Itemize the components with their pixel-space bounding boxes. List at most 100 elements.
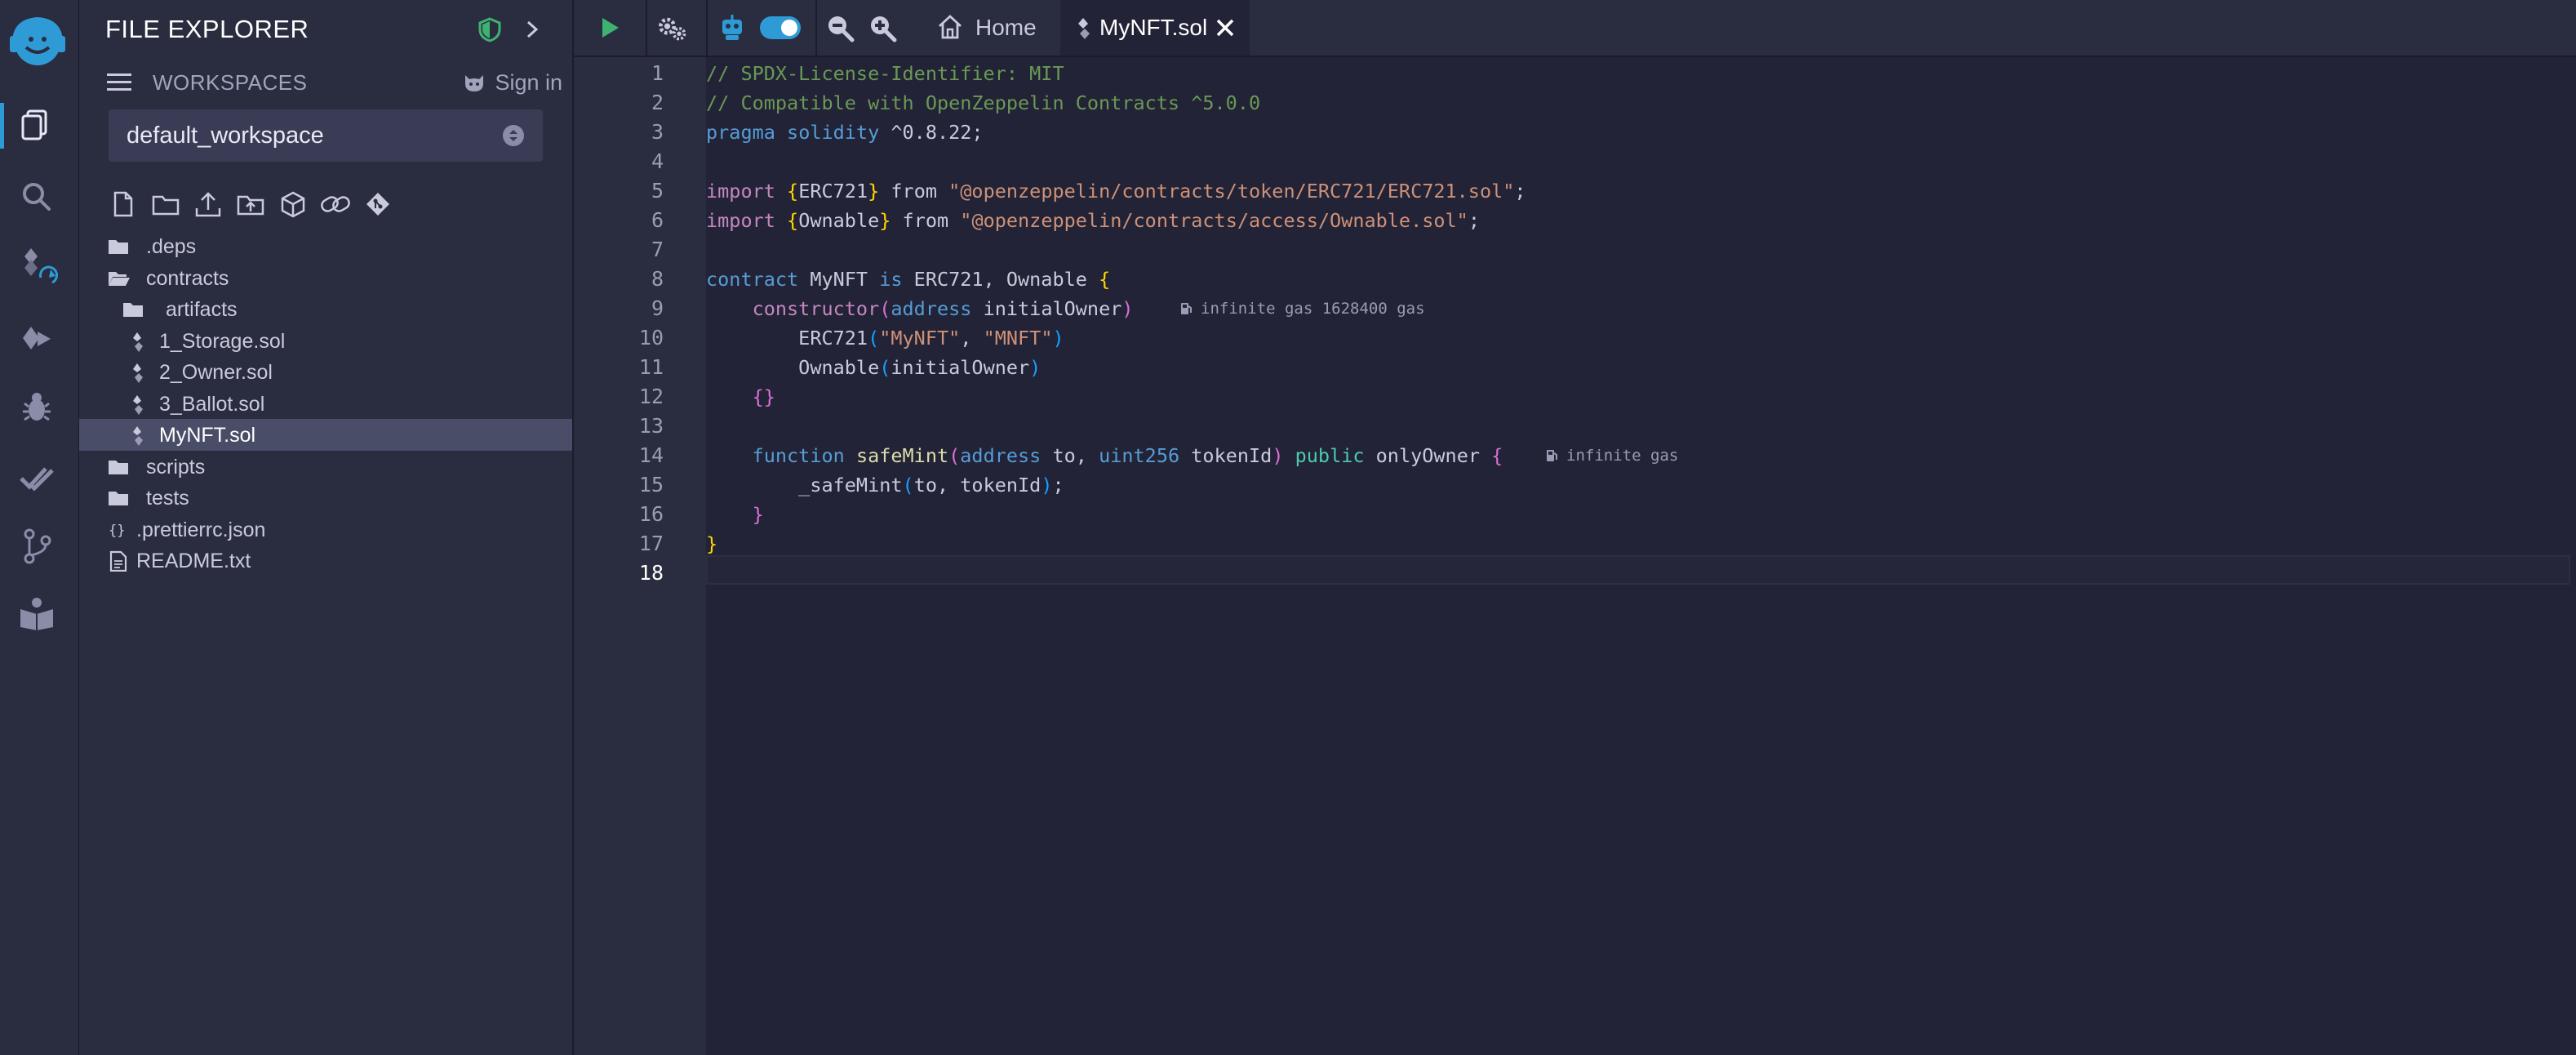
- code-token: (: [868, 327, 880, 349]
- load-url-button[interactable]: [318, 186, 353, 222]
- file-tree-item[interactable]: artifacts: [79, 293, 572, 325]
- run-button[interactable]: [593, 11, 626, 44]
- code-token: {: [1099, 268, 1111, 291]
- code-token: from: [879, 180, 949, 203]
- line-number: 9: [651, 296, 664, 320]
- code-token: pragma: [706, 121, 775, 144]
- solidity-file-icon: [133, 332, 143, 352]
- code-token: from: [890, 209, 961, 232]
- code-token: address: [890, 297, 972, 320]
- file-tree-item[interactable]: {} .prettierrc.json: [79, 514, 572, 545]
- gas-pump-icon: [1547, 450, 1557, 461]
- file-tree-label: artifacts: [166, 298, 238, 321]
- code-token: uint256: [1099, 444, 1180, 467]
- remix-logo-icon[interactable]: [3, 11, 72, 70]
- code-line: function safeMint(address to, uint256 to…: [706, 441, 1503, 470]
- code-token: }: [706, 532, 718, 555]
- deploy-run-icon[interactable]: [16, 318, 57, 359]
- sign-in-label: Sign in: [495, 70, 562, 95]
- new-file-button[interactable]: [105, 186, 141, 222]
- code-token: ): [1272, 444, 1284, 467]
- line-number: 7: [651, 238, 664, 261]
- code-token: ;: [1468, 209, 1480, 232]
- debugger-icon[interactable]: [16, 387, 57, 428]
- code-editor[interactable]: infinite gas 1628400 gas infinite gas //…: [706, 57, 2576, 1055]
- code-line: import {Ownable} from "@openzeppelin/con…: [706, 206, 1480, 235]
- file-tree-label: 1_Storage.sol: [159, 329, 286, 353]
- file-tree-item[interactable]: contracts: [79, 262, 572, 294]
- gas-estimate-text: infinite gas: [1566, 447, 1679, 465]
- code-line: constructor(address initialOwner): [706, 294, 1134, 323]
- code-line: contract MyNFT is ERC721, Ownable {: [706, 265, 1110, 294]
- gears-icon: [659, 17, 686, 41]
- sign-in-button[interactable]: Sign in: [462, 70, 562, 96]
- search-icon[interactable]: [16, 176, 57, 217]
- shield-icon[interactable]: [477, 16, 502, 42]
- testing-icon[interactable]: [16, 459, 57, 500]
- file-tree: .deps contracts artifacts 1_Storage.sol 2_Ow…: [79, 230, 572, 576]
- code-token: constructor: [752, 297, 880, 320]
- code-line: // SPDX-License-Identifier: MIT: [706, 59, 1064, 88]
- folder-open-icon: [109, 271, 130, 286]
- code-token: function: [752, 444, 845, 467]
- line-number: 17: [638, 532, 664, 555]
- file-tree-item[interactable]: .deps: [79, 230, 572, 262]
- code-token: ^0.8.22;: [879, 121, 984, 144]
- code-token: ): [1052, 327, 1064, 349]
- file-tree-item[interactable]: MyNFT.sol: [79, 419, 572, 451]
- code-token: (: [902, 474, 914, 496]
- code-token: "@openzeppelin/contracts/token/ERC721/ER…: [948, 180, 1515, 203]
- upload-folder-button[interactable]: [233, 186, 269, 222]
- zoom-out-button[interactable]: [824, 11, 856, 44]
- workspaces-label: WORKSPACES: [153, 70, 308, 95]
- play-icon: [602, 18, 619, 38]
- close-icon[interactable]: [1214, 16, 1237, 39]
- panel-title: FILE EXPLORER: [105, 15, 309, 43]
- code-line: ERC721("MyNFT", "MNFT"): [706, 323, 1064, 353]
- line-number: 15: [638, 473, 664, 496]
- folder-icon: [109, 240, 128, 254]
- workspace-select[interactable]: default_workspace: [109, 109, 543, 162]
- code-token: ERC721, Ownable: [902, 268, 1099, 291]
- git-icon[interactable]: [16, 526, 57, 567]
- code-token: (: [948, 444, 961, 467]
- code-token: }: [868, 180, 880, 203]
- svg-text:{}: {}: [109, 523, 125, 539]
- file-tree-item[interactable]: README.txt: [79, 545, 572, 576]
- ai-toggle-switch[interactable]: [760, 16, 801, 39]
- line-number: 18: [638, 561, 664, 585]
- publish-ipfs-button[interactable]: [275, 186, 311, 222]
- zoom-in-button[interactable]: [866, 11, 899, 44]
- code-token: (: [879, 297, 891, 320]
- workspace-select-value: default_workspace: [127, 122, 324, 149]
- file-tree-item[interactable]: tests: [79, 482, 572, 514]
- ai-copilot-button[interactable]: [716, 11, 748, 44]
- file-tree-item[interactable]: 2_Owner.sol: [79, 356, 572, 388]
- file-explorer-icon[interactable]: [16, 105, 57, 145]
- tab-mynft-sol[interactable]: MyNFT.sol: [1060, 0, 1250, 56]
- workspaces-row: WORKSPACES Sign in: [105, 69, 562, 98]
- compile-settings-button[interactable]: [655, 11, 688, 44]
- file-tree-item[interactable]: scripts: [79, 451, 572, 483]
- tab-home[interactable]: Home: [917, 0, 1064, 56]
- file-tree-item[interactable]: 1_Storage.sol: [79, 325, 572, 357]
- file-tree-label: MyNFT.sol: [159, 424, 256, 447]
- chevron-right-icon[interactable]: [520, 16, 544, 42]
- learneth-icon[interactable]: [16, 593, 57, 634]
- new-file-icon: [113, 191, 133, 217]
- git-clone-button[interactable]: [360, 186, 396, 222]
- file-tree-item[interactable]: 3_Ballot.sol: [79, 388, 572, 420]
- hamburger-menu-icon[interactable]: [105, 70, 135, 95]
- upload-file-button[interactable]: [190, 186, 226, 222]
- code-token: is: [879, 268, 903, 291]
- solidity-file-icon: [1078, 18, 1090, 39]
- code-line: // Compatible with OpenZeppelin Contract…: [706, 88, 1260, 118]
- code-token: import: [706, 180, 775, 203]
- new-folder-button[interactable]: [148, 186, 184, 222]
- solidity-compiler-icon[interactable]: [16, 245, 65, 294]
- code-token: ERC721: [706, 327, 868, 349]
- code-token: (: [879, 356, 891, 379]
